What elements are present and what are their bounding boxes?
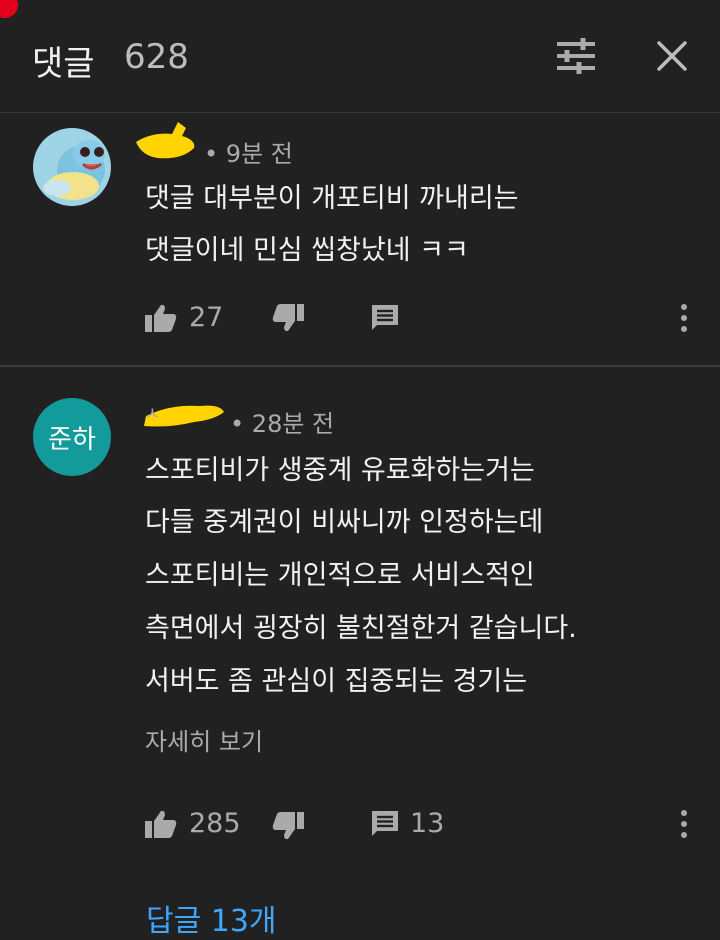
thumbs-up-icon (145, 810, 177, 838)
comments-header: 댓글 628 (0, 0, 720, 113)
comment-text-line: 스포티비가 생중계 유료화하는거는 (145, 455, 535, 486)
username-redaction: ㅅ (144, 404, 224, 427)
thumbs-down-icon (272, 304, 304, 332)
thumbs-down-icon (272, 812, 304, 840)
reply-button[interactable]: 13 (372, 808, 444, 839)
like-button[interactable]: 27 (145, 302, 223, 333)
comment-text-line: 댓글이네 민심 씹창났네 ㅋㅋ (145, 235, 469, 266)
comment-time-text: 28분 전 (251, 410, 335, 438)
comments-count: 628 (124, 37, 189, 77)
avatar[interactable]: 준하 (33, 398, 111, 476)
comment-text-line: 다들 중계권이 비싸니까 인정하는데 (145, 507, 544, 538)
comment-text-line: 스포티비는 개인적으로 서비스적인 (145, 560, 535, 591)
dislike-button[interactable] (272, 304, 304, 332)
avatar-squirtle[interactable] (33, 128, 111, 206)
comment-reply-icon (372, 305, 398, 330)
more-options-icon[interactable] (676, 303, 692, 333)
like-count: 285 (189, 808, 241, 839)
reply-count: 13 (410, 808, 445, 839)
reply-button[interactable] (372, 305, 398, 331)
like-count: 27 (189, 302, 224, 333)
username-redaction (136, 122, 195, 159)
like-button[interactable]: 285 (145, 808, 241, 839)
squirtle-avatar-icon (33, 128, 111, 206)
more-options-icon[interactable] (676, 809, 692, 839)
comment-text-line: 댓글 대부분이 개포티비 까내리는 (145, 183, 519, 214)
read-more-link[interactable]: 자세히 보기 (145, 722, 263, 757)
comment-time: • 28분 전 (230, 410, 335, 438)
comment-text-line: 서버도 좀 관심이 집중되는 경기는 (145, 666, 528, 697)
view-replies-link[interactable]: 답글 13개 (146, 896, 277, 940)
comments-title: 댓글 (32, 44, 95, 84)
dislike-button[interactable] (272, 812, 304, 840)
comment-reply-icon (372, 810, 398, 836)
comment-time-text: 9분 전 (225, 140, 293, 168)
sort-filter-icon[interactable] (555, 36, 597, 76)
comment-time: • 9분 전 (204, 140, 293, 168)
recording-indicator (0, 0, 18, 18)
comment-text-line: 측면에서 굉장히 불친절한거 같습니다. (145, 613, 577, 644)
comment-divider (0, 365, 720, 367)
close-icon[interactable] (656, 40, 688, 72)
svg-text:ㅅ: ㅅ (144, 404, 161, 425)
thumbs-up-icon (145, 304, 177, 332)
